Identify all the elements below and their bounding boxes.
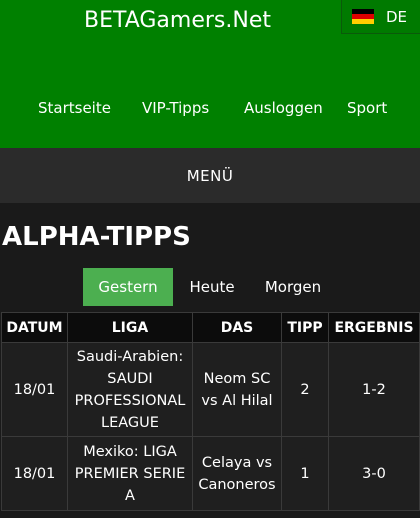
col-header-ergebnis: ERGEBNIS: [328, 312, 420, 343]
col-header-datum: DATUM: [1, 312, 68, 343]
tab-gestern[interactable]: Gestern: [83, 268, 173, 306]
cell-match: Neom SC vs Al Hilal: [192, 342, 282, 437]
menu-label: MENÜ: [186, 166, 234, 185]
nav-vip-tipps[interactable]: VIP-Tipps: [142, 99, 209, 117]
language-label: DE: [386, 7, 408, 26]
nav-sport[interactable]: Sport: [347, 99, 387, 117]
col-header-liga: LIGA: [67, 312, 193, 343]
site-brand[interactable]: BETAGamers.Net: [84, 8, 271, 33]
tips-table: DATUM LIGA DAS TIPP ERGEBNIS 18/01 Saudi…: [1, 312, 420, 511]
cell-date: 18/01: [1, 342, 68, 437]
nav-startseite[interactable]: Startseite: [38, 99, 111, 117]
cell-result: 3-0: [328, 436, 420, 511]
cell-league: Saudi-Arabien: SAUDI PROFESSIONAL LEAGUE: [67, 342, 193, 437]
cell-date: 18/01: [1, 436, 68, 511]
col-header-tipp: TIPP: [281, 312, 329, 343]
tab-heute[interactable]: Heute: [178, 268, 246, 306]
page-title: ALPHA-TIPPS: [2, 222, 191, 252]
table-row: 18/01 Saudi-Arabien: SAUDI PROFESSIONAL …: [1, 342, 420, 437]
table-header-row: DATUM LIGA DAS TIPP ERGEBNIS: [1, 312, 420, 343]
col-header-das: DAS: [192, 312, 282, 343]
german-flag-icon: [352, 9, 374, 24]
language-selector[interactable]: DE: [341, 0, 420, 34]
cell-match: Celaya vs Canoneros: [192, 436, 282, 511]
table-row: 18/01 Mexiko: LIGA PREMIER SERIE A Celay…: [1, 436, 420, 511]
cell-league: Mexiko: LIGA PREMIER SERIE A: [67, 436, 193, 511]
site-header: BETAGamers.Net DE Startseite VIP-Tipps A…: [0, 0, 420, 148]
cell-tip: 2: [281, 342, 329, 437]
cell-tip: 1: [281, 436, 329, 511]
menu-toggle[interactable]: MENÜ: [0, 148, 420, 203]
cell-result: 1-2: [328, 342, 420, 437]
nav-ausloggen[interactable]: Ausloggen: [244, 99, 323, 117]
tab-morgen[interactable]: Morgen: [255, 268, 331, 306]
